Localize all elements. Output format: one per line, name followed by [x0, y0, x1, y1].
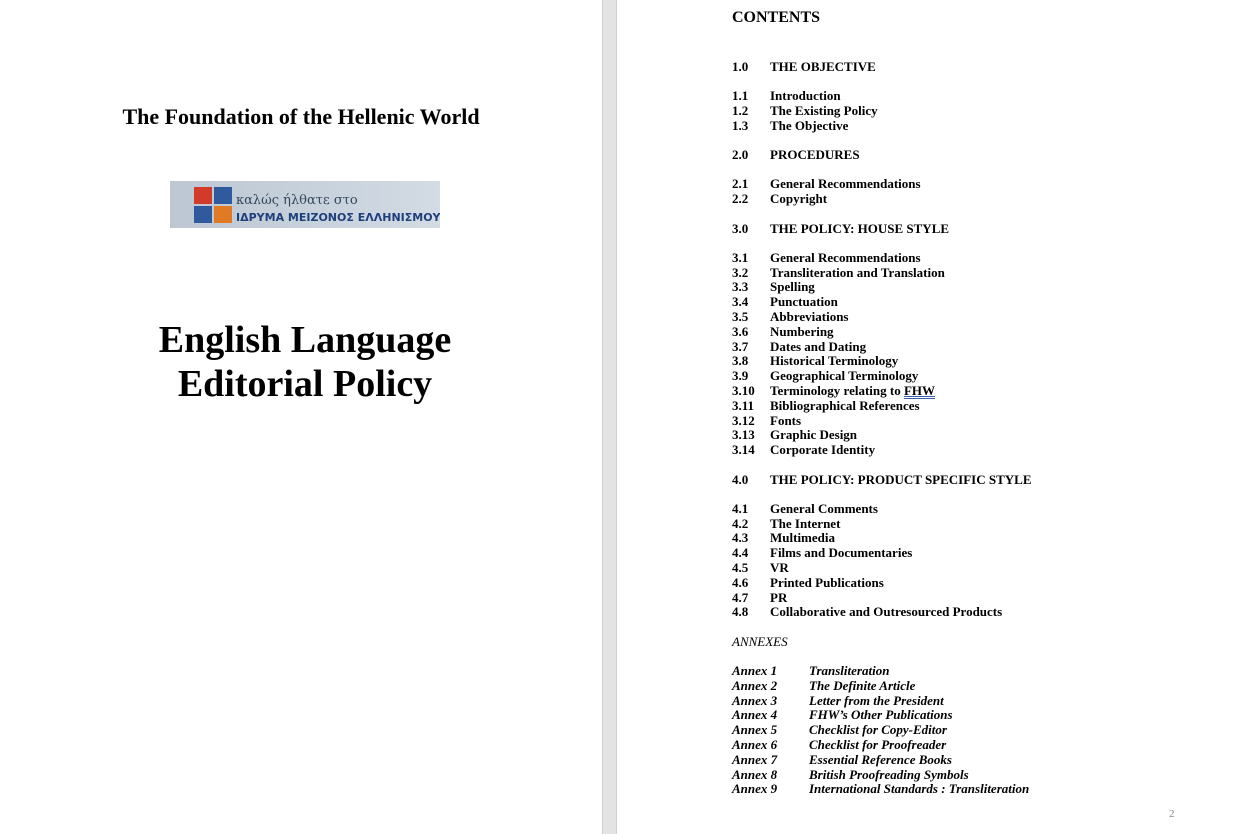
toc-entry: 4.4 Films and Documentaries [732, 545, 913, 561]
toc-entry: 3.2 Transliteration and Translation [732, 264, 945, 280]
fhw-abbreviation: FHW [903, 383, 936, 399]
logo-welcome-text: καλώς ήλθατε στο [236, 193, 358, 208]
page-gutter [602, 0, 617, 834]
document-title-line-1: English Language [158, 319, 452, 361]
fhw-logo: καλώς ήλθατε στο ΙΔΡΥΜΑ ΜΕΙΖΟΝΟΣ ΕΛΛΗΝΙΣ… [170, 181, 440, 228]
toc-entry: 3.4 Punctuation [732, 294, 838, 310]
toc-entry: 1.0 THE OBJECTIVE [732, 59, 876, 74]
annexes-heading: ANNEXES [732, 633, 788, 649]
logo-org-name: ΙΔΡΥΜΑ ΜΕΙΖΟΝΟΣ ΕΛΛΗΝΙΣΜΟΥ [236, 211, 440, 224]
annex-entry: Annex 8 British Proofreading Symbols [732, 766, 969, 782]
annex-entry: Annex 2 The Definite Article [732, 677, 916, 693]
toc-entry: 3.14 Corporate Identity [732, 442, 876, 458]
annex-entry: Annex 6 Checklist for Proofreader [732, 736, 947, 752]
contents-heading: CONTENTS [732, 9, 821, 26]
toc-entry: 4.5 VR [732, 560, 789, 576]
toc-entry: 2.1 General Recommendations [732, 176, 921, 192]
toc-entry: 3.6 Numbering [732, 323, 834, 339]
toc-entry: 3.11 Bibliographical References [732, 397, 920, 413]
toc-entry: 3.7 Dates and Dating [732, 338, 867, 354]
toc-entry: 4.8 Collaborative and Outresourced Produc… [732, 604, 1003, 620]
toc-entry: 3.5 Abbreviations [732, 309, 849, 325]
toc-entry: 3.0 THE POLICY: HOUSE STYLE [732, 220, 950, 236]
toc-entry: 4.3 Multimedia [732, 530, 835, 546]
toc-entry: 2.0 PROCEDURES [732, 147, 860, 163]
toc-entry: 1.3 The Objective [732, 117, 849, 133]
toc-entry: 3.8 Historical Terminology [732, 353, 899, 369]
page-number: 2 [1169, 808, 1175, 820]
toc-entry: 4.7 PR [732, 589, 788, 605]
toc-entry: 3.9 Geographical Terminology [732, 368, 919, 384]
toc-entry: 3.10 Terminology relating to FHW [732, 383, 936, 399]
organization-title: The Foundation of the Hellenic World [122, 104, 480, 129]
annex-entry: Annex 7 Essential Reference Books [732, 751, 952, 767]
toc-entry: 1.2 The Existing Policy [732, 103, 878, 119]
document-title-line-2: Editorial Policy [177, 363, 433, 405]
document-title: English Language Editorial Policy [0, 318, 610, 406]
toc-entry: 3.12 Fonts [732, 412, 802, 428]
left-page: The Foundation of the Hellenic World καλ… [0, 0, 602, 834]
toc-entry: 3.1 General Recommendations [732, 249, 921, 265]
toc-entry: 4.6 Printed Publications [732, 574, 884, 590]
toc-entry: 1.1 Introduction [732, 88, 841, 104]
toc-entry: 3.3 Spelling [732, 279, 815, 295]
annex-entry: Annex 1 Transliteration [732, 663, 890, 678]
toc-entry: 4.0 THE POLICY: PRODUCT SPECIFIC STYLE [732, 471, 1032, 487]
annex-entry: Annex 3 Letter from the President [732, 692, 944, 708]
annex-entry: Annex 9 International Standards : Transli… [732, 781, 1030, 797]
toc-entry: 3.13 Graphic Design [732, 427, 858, 443]
toc-entry: 4.2 The Internet [732, 515, 841, 531]
toc-entry: 2.2 Copyright [732, 191, 828, 207]
annex-entry: Annex 4 FHW’s Other Publications [732, 707, 953, 723]
annex-entry: Annex 5 Checklist for Copy-Editor [732, 722, 947, 738]
logo-emblem-icon [194, 187, 232, 223]
toc-entry: 4.1 General Comments [732, 500, 878, 516]
table-of-contents: 1.0 THE OBJECTIVE 1.1 Introduction 1.2 The … [732, 59, 1032, 797]
